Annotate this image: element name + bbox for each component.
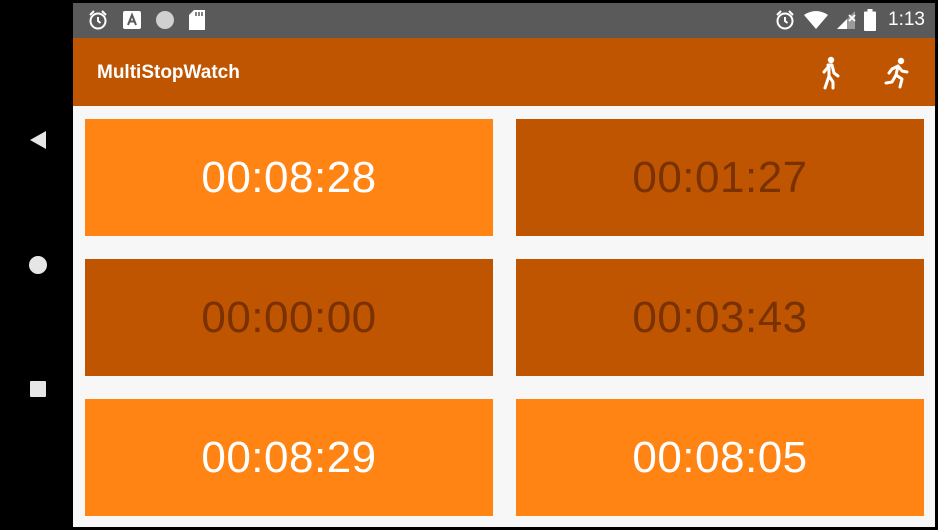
app-bar: MultiStopWatch bbox=[73, 38, 935, 106]
navigation-bar bbox=[0, 0, 73, 530]
circle-icon bbox=[156, 11, 174, 29]
app-title: MultiStopWatch bbox=[97, 62, 240, 83]
stopwatch-tile-2[interactable]: 00:01:27 bbox=[516, 119, 924, 236]
back-button[interactable] bbox=[24, 126, 52, 154]
clock-time: 1:13 bbox=[888, 9, 925, 30]
signal-icon bbox=[837, 11, 856, 29]
stopwatch-tile-1[interactable]: 00:08:28 bbox=[85, 119, 493, 236]
run-action-button[interactable] bbox=[881, 56, 913, 90]
home-button[interactable] bbox=[24, 251, 52, 279]
a-badge-icon bbox=[123, 11, 141, 29]
device-frame: 1:13 MultiStopWatch 00:08:28 00:01:27 00… bbox=[0, 0, 938, 530]
stopwatch-tile-4[interactable]: 00:03:43 bbox=[516, 259, 924, 376]
sd-card-icon bbox=[189, 10, 205, 30]
alarm-icon bbox=[776, 10, 794, 30]
recents-icon bbox=[30, 381, 46, 397]
walk-icon bbox=[822, 56, 840, 90]
alarm-icon bbox=[89, 10, 107, 30]
run-icon bbox=[884, 57, 909, 89]
app-screen: 1:13 MultiStopWatch 00:08:28 00:01:27 00… bbox=[73, 3, 935, 527]
back-icon bbox=[30, 131, 46, 149]
wifi-icon bbox=[804, 11, 829, 29]
stopwatch-tile-6[interactable]: 00:08:05 bbox=[516, 399, 924, 516]
home-icon bbox=[29, 256, 47, 274]
stopwatch-tile-5[interactable]: 00:08:29 bbox=[85, 399, 493, 516]
walk-action-button[interactable] bbox=[813, 56, 845, 90]
recents-button[interactable] bbox=[24, 375, 52, 403]
status-bar: 1:13 bbox=[73, 3, 935, 38]
battery-icon bbox=[864, 9, 877, 31]
stopwatch-tile-3[interactable]: 00:00:00 bbox=[85, 259, 493, 376]
